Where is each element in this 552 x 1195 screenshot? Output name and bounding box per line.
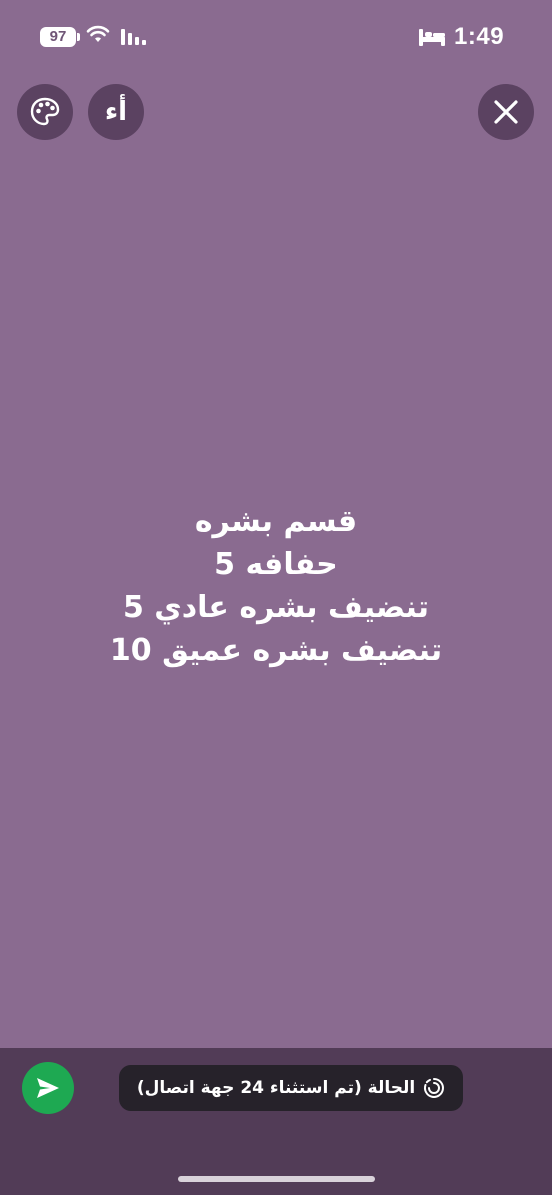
send-button[interactable] — [22, 1062, 74, 1114]
palette-button[interactable] — [17, 84, 73, 140]
close-button[interactable] — [478, 84, 534, 140]
font-style-label: أء — [104, 97, 128, 127]
status-text-line: حفافه 5 — [214, 547, 338, 582]
status-text-line: تنضيف بشره عادي 5 — [122, 590, 430, 625]
status-bar: 97 1:49 — [0, 0, 552, 76]
status-text-line: قسم بشره — [194, 504, 358, 539]
sleep-focus-icon — [419, 29, 445, 46]
status-audience-label: الحالة (تم استثناء 24 جهة اتصال) — [136, 1078, 416, 1098]
palette-icon — [30, 97, 60, 126]
status-audience-selector[interactable]: الحالة (تم استثناء 24 جهة اتصال) — [119, 1065, 463, 1111]
close-icon — [494, 100, 518, 124]
wifi-icon — [86, 25, 110, 42]
status-ring-icon — [424, 1078, 445, 1098]
home-indicator[interactable] — [178, 1176, 375, 1182]
font-style-button[interactable]: أء — [88, 84, 144, 140]
signal-icon — [121, 29, 146, 45]
battery-indicator: 97 — [40, 27, 80, 47]
status-text-line: تنضيف بشره عميق 10 — [109, 633, 443, 668]
clock: 1:49 — [454, 23, 505, 50]
send-icon — [37, 1078, 59, 1098]
status-text-editor[interactable]: قسم بشره حفافه 5 تنضيف بشره عادي 5 تنضيف… — [0, 500, 552, 672]
